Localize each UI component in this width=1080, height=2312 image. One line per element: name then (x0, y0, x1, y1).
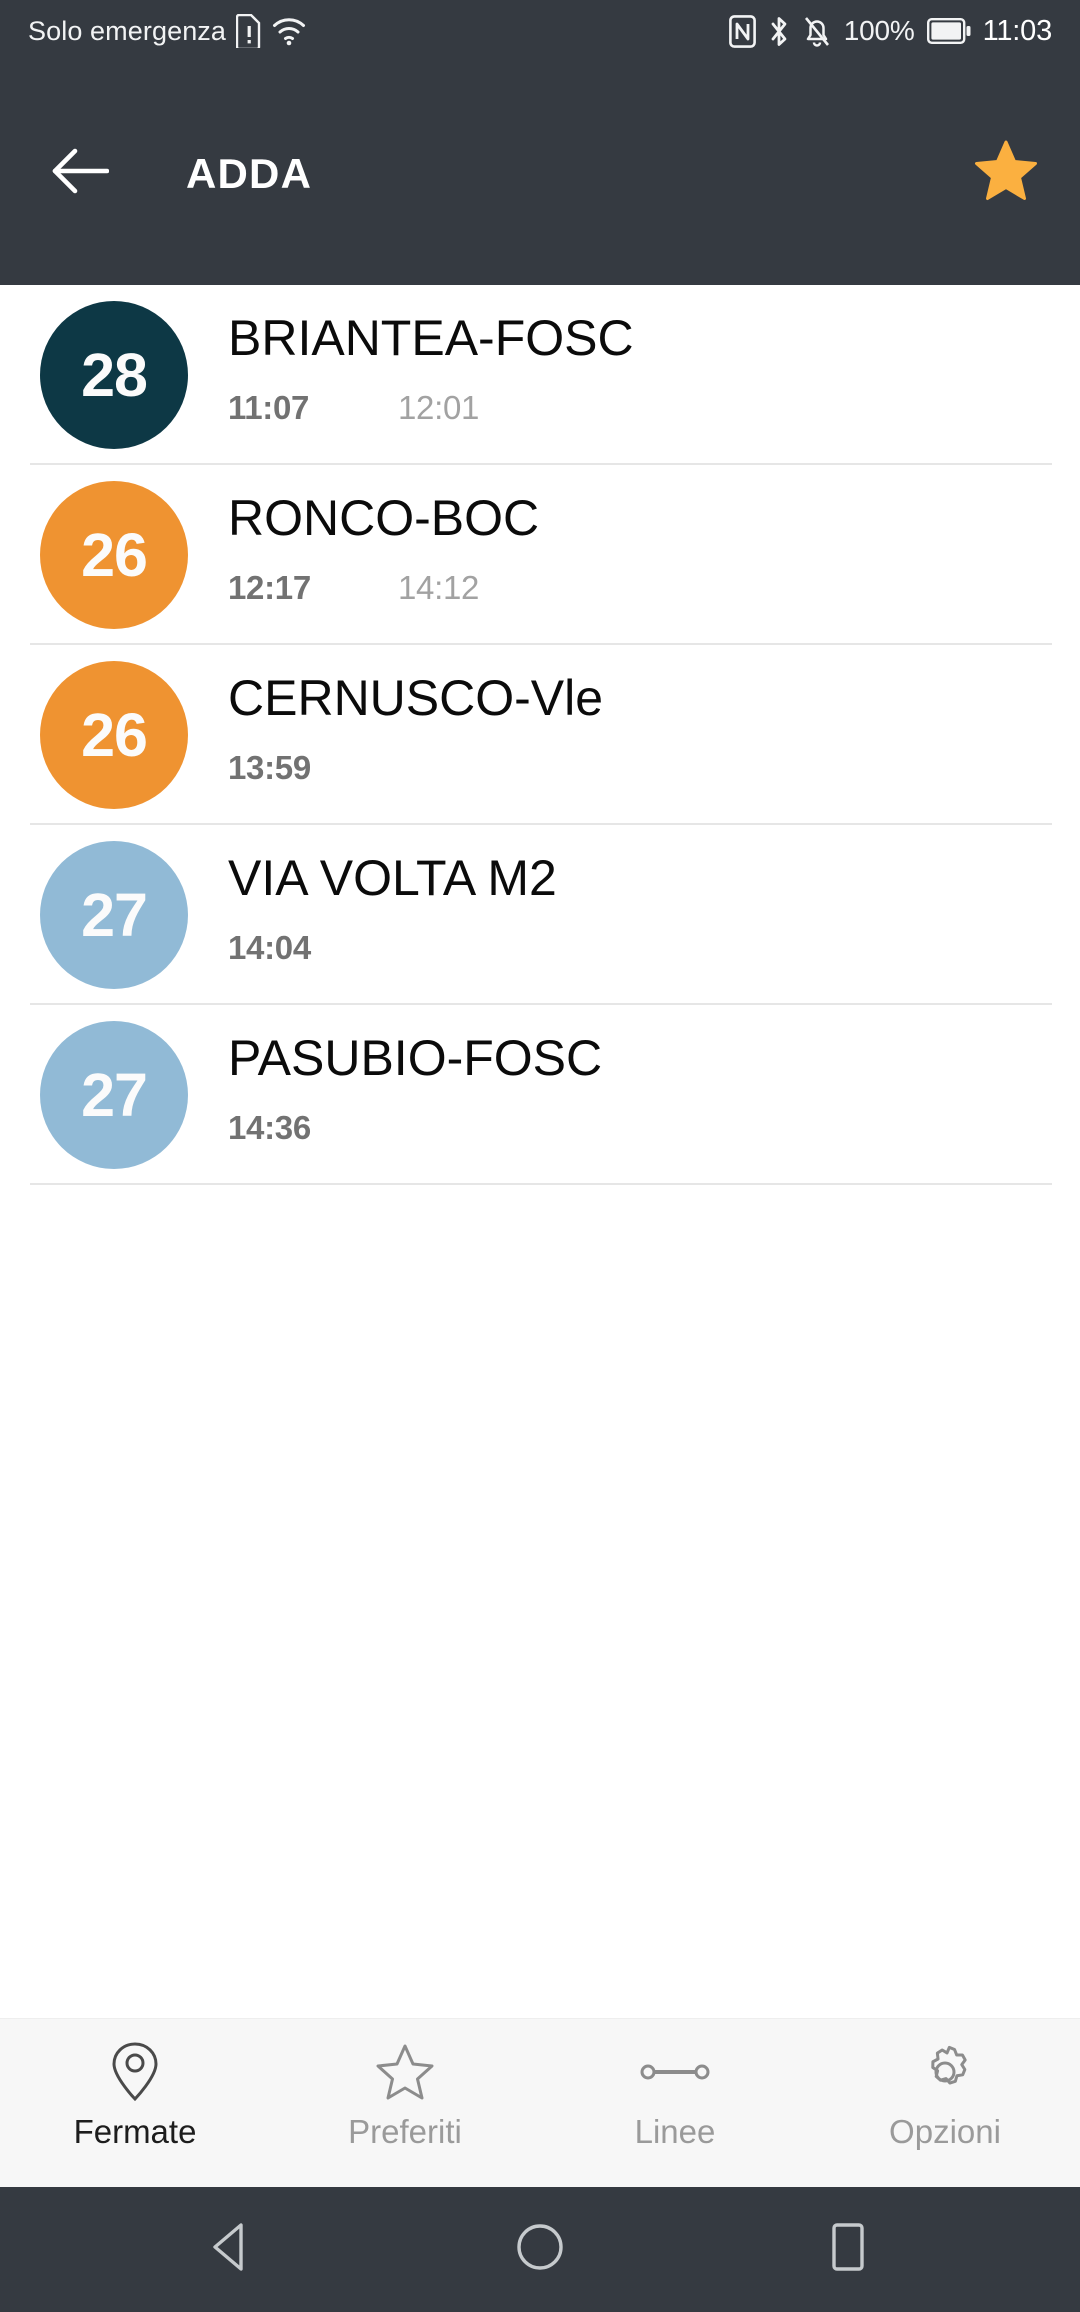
wifi-icon (272, 16, 306, 46)
time-primary: 11:07 (228, 389, 310, 426)
map-pin-icon (110, 2041, 160, 2103)
row-body: BRIANTEA-FOSC 11:07 12:01 (188, 285, 1080, 427)
back-button[interactable] (46, 140, 114, 208)
table-row[interactable]: 27 PASUBIO-FOSC 14:36 (0, 1005, 1080, 1185)
tab-preferiti[interactable]: Preferiti (270, 2019, 540, 2151)
android-back-icon (209, 2221, 255, 2278)
android-navigation-bar (0, 2187, 1080, 2312)
android-recents-button[interactable] (804, 2206, 892, 2294)
tab-label: Opzioni (889, 2113, 1001, 2150)
row-body: RONCO-BOC 12:17 14:12 (188, 465, 1080, 607)
time-secondary: 14:12 (398, 569, 480, 606)
tab-fermate[interactable]: Fermate (0, 2019, 270, 2151)
time-secondary: 12:01 (398, 389, 480, 426)
battery-full-icon (926, 18, 971, 44)
line-number: 28 (81, 340, 148, 409)
status-bar-left: Solo emergenza (28, 14, 306, 48)
android-home-button[interactable] (496, 2206, 584, 2294)
bluetooth-icon (768, 15, 790, 48)
app-bar: ADDA (0, 62, 1080, 285)
android-home-icon (514, 2221, 566, 2278)
tab-label: Linee (634, 2113, 716, 2150)
row-body: VIA VOLTA M2 14:04 (188, 825, 1080, 967)
departures-list: 28 BRIANTEA-FOSC 11:07 12:01 26 RONCO-BO… (0, 285, 1080, 1185)
star-filled-icon (974, 140, 1038, 207)
time-primary: 14:04 (228, 929, 311, 966)
row-times: 14:04 (228, 929, 1080, 967)
back-arrow-icon (51, 147, 110, 200)
tab-opzioni[interactable]: Opzioni (810, 2019, 1080, 2151)
line-number: 26 (81, 520, 148, 589)
line-number: 27 (81, 880, 148, 949)
line-badge: 27 (40, 841, 188, 989)
tab-label: Fermate (73, 2113, 197, 2150)
row-times: 12:17 14:12 (228, 569, 1080, 607)
status-bar: Solo emergenza 100% 11:03 (0, 0, 1080, 62)
bottom-navigation: Fermate Preferiti Linee Opzioni (0, 2018, 1080, 2187)
time-primary: 12:17 (228, 569, 311, 606)
android-recents-icon (824, 2221, 872, 2278)
star-outline-icon (375, 2041, 435, 2103)
route-line-icon (639, 2041, 711, 2103)
row-body: CERNUSCO-Vle 13:59 (188, 645, 1080, 787)
destination-label: RONCO-BOC (228, 490, 540, 546)
android-back-button[interactable] (188, 2206, 276, 2294)
status-clock: 11:03 (982, 14, 1053, 47)
table-row[interactable]: 28 BRIANTEA-FOSC 11:07 12:01 (0, 285, 1080, 465)
status-bar-right: 100% 11:03 (728, 14, 1053, 48)
line-badge: 28 (40, 301, 188, 449)
destination-label: PASUBIO-FOSC (228, 1030, 603, 1086)
line-badge: 27 (40, 1021, 188, 1169)
row-times: 14:36 (228, 1109, 1080, 1147)
table-row[interactable]: 26 CERNUSCO-Vle 13:59 (0, 645, 1080, 825)
bell-muted-icon (802, 15, 832, 48)
table-row[interactable]: 27 VIA VOLTA M2 14:04 (0, 825, 1080, 1005)
destination-label: CERNUSCO-Vle (228, 670, 604, 726)
row-body: PASUBIO-FOSC 14:36 (188, 1005, 1080, 1147)
line-badge: 26 (40, 481, 188, 629)
nfc-icon (728, 14, 756, 48)
battery-percent-label: 100% (843, 15, 915, 46)
table-row[interactable]: 26 RONCO-BOC 12:17 14:12 (0, 465, 1080, 645)
time-primary: 14:36 (228, 1109, 311, 1146)
tab-label: Preferiti (348, 2113, 462, 2150)
line-number: 26 (81, 700, 148, 769)
tab-linee[interactable]: Linee (540, 2019, 810, 2151)
gear-icon (915, 2041, 975, 2103)
row-times: 11:07 12:01 (228, 389, 1080, 427)
carrier-label: Solo emergenza (28, 15, 227, 46)
row-times: 13:59 (228, 749, 1080, 787)
sim-alert-icon (236, 14, 262, 48)
line-number: 27 (81, 1060, 148, 1129)
time-primary: 13:59 (228, 749, 311, 786)
page-title: ADDA (186, 149, 313, 197)
destination-label: BRIANTEA-FOSC (228, 310, 634, 366)
favorite-button[interactable] (966, 134, 1046, 214)
line-badge: 26 (40, 661, 188, 809)
destination-label: VIA VOLTA M2 (228, 850, 557, 906)
